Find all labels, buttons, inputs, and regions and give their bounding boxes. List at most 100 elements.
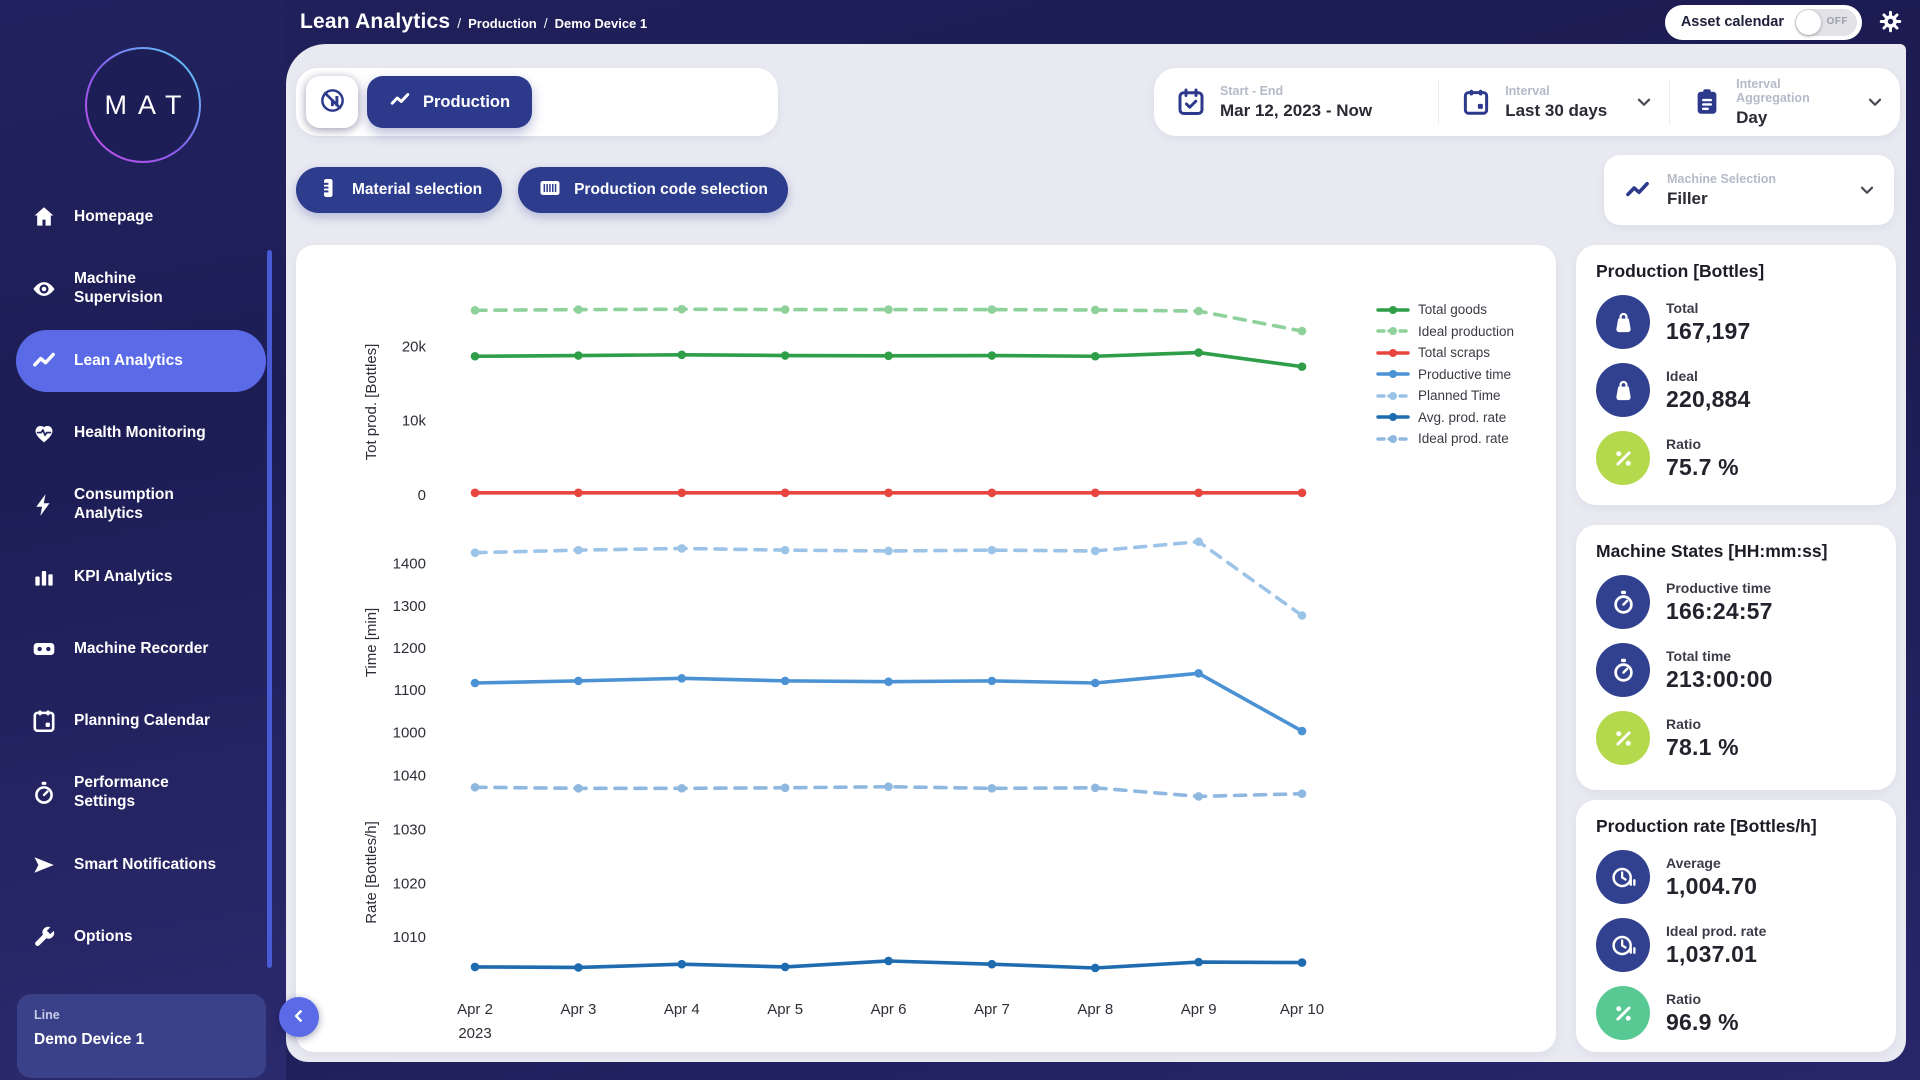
- chevron-down-icon: [1864, 91, 1886, 113]
- sidebar-item-health-monitoring[interactable]: Health Monitoring: [16, 402, 266, 464]
- y-axis-title: Rate [Bottles/h]: [363, 821, 380, 924]
- y-tick-label: 1030: [393, 821, 426, 838]
- main-content: Production Start - EndMar 12, 2023 - Now…: [286, 44, 1906, 1062]
- sidebar-item-label: Planning Calendar: [74, 712, 210, 731]
- panel-title: Production rate [Bottles/h]: [1596, 816, 1896, 837]
- chevron-left-icon: [289, 1006, 309, 1029]
- filter-interval-aggregation[interactable]: Interval Aggregation Day: [1669, 79, 1900, 125]
- filter-interval[interactable]: IntervalLast 30 days: [1438, 79, 1669, 125]
- chart-point-ideal-production: [574, 305, 583, 314]
- y-tick-label: 1020: [393, 875, 426, 892]
- filter-start-end[interactable]: Start - EndMar 12, 2023 - Now: [1154, 79, 1438, 125]
- y-tick-label: 1000: [393, 724, 426, 741]
- sidebar-item-lean-analytics[interactable]: Lean Analytics: [16, 330, 266, 392]
- breadcrumb-production[interactable]: Production: [468, 16, 537, 31]
- stat-row-ratio: Ratio75.7 %: [1576, 424, 1896, 492]
- app-logo-text: MAT: [87, 49, 199, 161]
- stat-row-total-time: Total time213:00:00: [1576, 636, 1896, 704]
- chart-point-productive-time: [1091, 679, 1100, 688]
- selection-button-label: Production code selection: [574, 181, 768, 199]
- sidebar-item-label: KPI Analytics: [74, 568, 173, 587]
- selection-row: Material selection Production code select…: [296, 167, 804, 213]
- no-production-view-button[interactable]: [306, 76, 358, 128]
- chart-rate-bottles-h: Rate [Bottles/h]1010102010301040Apr 2202…: [296, 760, 1556, 1052]
- chart-point-planned-time: [1298, 611, 1307, 620]
- chart-point-ideal-prod-rate: [1298, 789, 1307, 798]
- material-selection-button[interactable]: Material selection: [296, 167, 502, 213]
- panel-title: Machine States [HH:mm:ss]: [1596, 541, 1896, 562]
- chart-point-productive-time: [1298, 727, 1307, 736]
- sidebar-collapse-button[interactable]: [279, 997, 319, 1037]
- stat-panel-1: Machine States [HH:mm:ss] Productive tim…: [1576, 525, 1896, 790]
- production-code-selection-button[interactable]: Production code selection: [518, 167, 788, 213]
- sidebar-item-machine-recorder[interactable]: Machine Recorder: [16, 618, 266, 680]
- chevron-down-icon: [1633, 91, 1655, 113]
- home-icon: [31, 204, 57, 230]
- chart-point-ideal-production: [1298, 327, 1307, 336]
- chart-point-productive-time: [1194, 669, 1203, 678]
- chart-point-total-scraps: [1091, 489, 1100, 498]
- sidebar-item-homepage[interactable]: Homepage: [16, 186, 266, 248]
- toggle-off-icon[interactable]: OFF: [1795, 9, 1857, 36]
- calendar-icon: [31, 708, 57, 734]
- chart-point-ideal-production: [1194, 307, 1203, 316]
- toggle-knob: [1796, 10, 1821, 35]
- filter-label: Interval Aggregation: [1736, 77, 1850, 105]
- chart-point-planned-time: [677, 544, 686, 553]
- wrench-icon: [31, 924, 57, 950]
- chart-point-planned-time: [1091, 547, 1100, 556]
- settings-button[interactable]: [1876, 8, 1904, 36]
- sidebar-item-performance-settings[interactable]: Performance Settings: [16, 762, 266, 824]
- sidebar-item-kpi-analytics[interactable]: KPI Analytics: [16, 546, 266, 608]
- sidebar-item-smart-notifications[interactable]: Smart Notifications: [16, 834, 266, 896]
- y-tick-label: 1400: [393, 556, 426, 573]
- chart-slash-icon: [319, 87, 346, 117]
- sidebar-nav: Homepage Machine Supervision Lean Analytic…: [16, 186, 266, 978]
- stat-value: 75.7 %: [1666, 454, 1739, 481]
- filter-value: Day: [1736, 108, 1850, 128]
- x-tick-label: Apr 3: [560, 1001, 596, 1018]
- chart-point-total-goods: [1194, 348, 1203, 357]
- chart-point-avg-prod-rate: [574, 963, 583, 972]
- stat-value: 1,004.70: [1666, 873, 1757, 900]
- sidebar-item-label: Homepage: [74, 208, 153, 227]
- device-selector[interactable]: Line Demo Device 1: [17, 994, 266, 1078]
- stat-value: 78.1 %: [1666, 734, 1739, 761]
- stat-label: Productive time: [1666, 580, 1773, 596]
- sidebar-scrollbar[interactable]: [267, 250, 272, 968]
- chart-point-ideal-prod-rate: [1091, 784, 1100, 793]
- production-view-button[interactable]: Production: [367, 76, 532, 128]
- y-tick-label: 1100: [394, 682, 426, 699]
- sidebar-item-label: Lean Analytics: [74, 352, 183, 371]
- panel-rows: Total167,197Ideal220,884Ratio75.7 %: [1576, 288, 1896, 492]
- sidebar-item-planning-calendar[interactable]: Planning Calendar: [16, 690, 266, 752]
- view-button-label: Production: [423, 93, 510, 112]
- x-tick-label: Apr 2: [457, 1001, 493, 1018]
- heart-pulse-icon: [31, 420, 57, 446]
- chart-point-ideal-production: [471, 306, 480, 315]
- breadcrumb-separator: /: [544, 15, 548, 31]
- calendar-icon: [1461, 87, 1491, 117]
- barcode-icon: [538, 176, 562, 205]
- machine-selection-dropdown[interactable]: Machine Selection Filler: [1604, 155, 1894, 225]
- breadcrumb-device[interactable]: Demo Device 1: [555, 16, 648, 31]
- stat-value: 167,197: [1666, 318, 1751, 345]
- y-tick-label: 0: [418, 487, 426, 504]
- app-logo: MAT: [85, 47, 201, 163]
- chart-point-total-goods: [471, 352, 480, 361]
- asset-calendar-toggle[interactable]: Asset calendar OFF: [1665, 5, 1862, 40]
- flask-icon: [316, 176, 340, 205]
- sidebar-item-label: Machine Supervision: [74, 270, 229, 308]
- production-chart-card: Total goodsIdeal productionTotal scrapsP…: [296, 245, 1556, 1052]
- stat-panel-2: Production rate [Bottles/h] Average1,004…: [1576, 800, 1896, 1052]
- sidebar-item-options[interactable]: Options: [16, 906, 266, 968]
- device-selector-value: Demo Device 1: [34, 1031, 249, 1049]
- chart-point-total-goods: [1091, 352, 1100, 361]
- sidebar-item-machine-supervision[interactable]: Machine Supervision: [16, 258, 266, 320]
- stat-label: Ratio: [1666, 716, 1739, 732]
- filter-label: Interval: [1505, 84, 1607, 98]
- view-toolbar: Production: [296, 68, 778, 136]
- sidebar-item-consumption-analytics[interactable]: Consumption Analytics: [16, 474, 266, 536]
- chart-point-ideal-prod-rate: [471, 783, 480, 792]
- bolt-icon: [31, 492, 57, 518]
